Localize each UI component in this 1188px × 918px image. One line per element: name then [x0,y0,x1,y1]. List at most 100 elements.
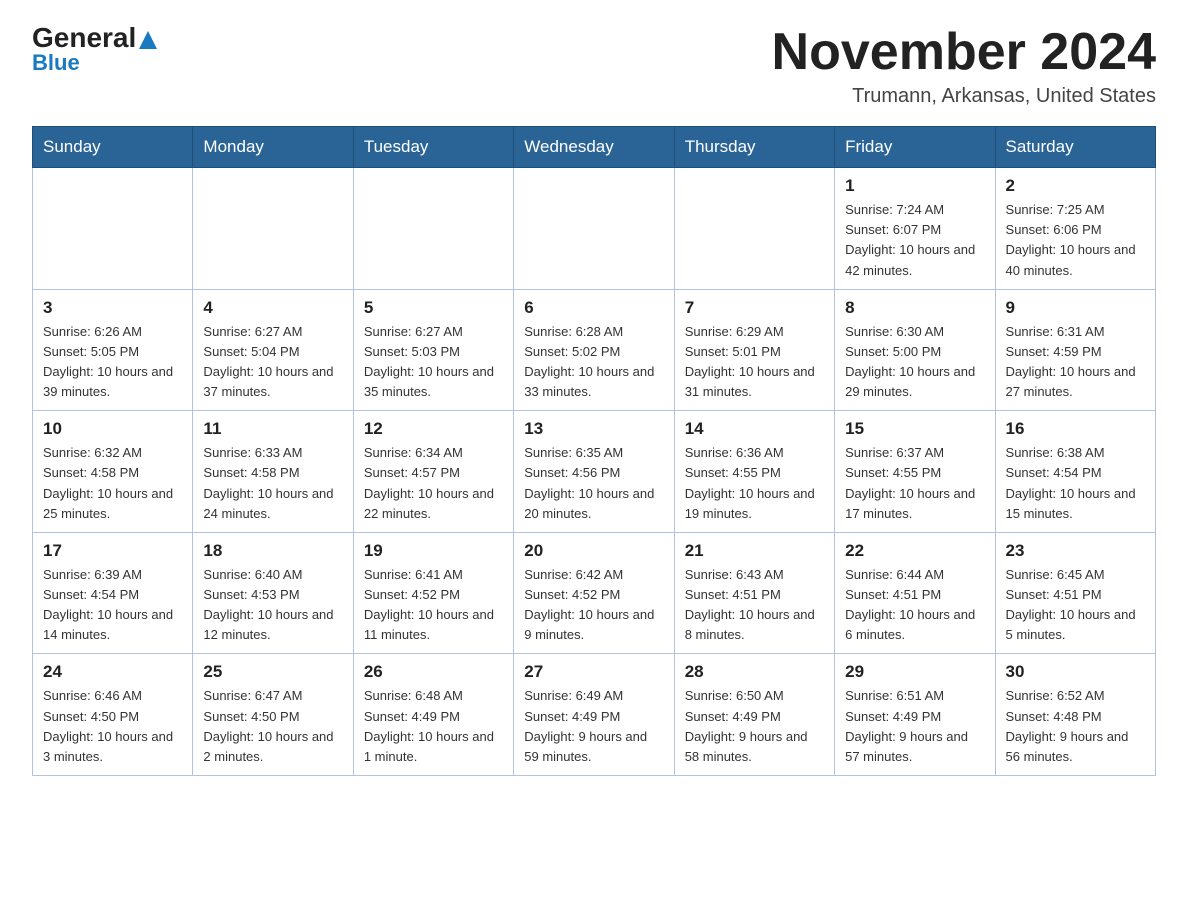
day-number: 16 [1006,419,1145,439]
calendar-cell: 18 Sunrise: 6:40 AM Sunset: 4:53 PM Dayli… [193,532,353,654]
day-number: 17 [43,541,182,561]
day-number: 1 [845,176,984,196]
day-info: Sunrise: 6:29 AM Sunset: 5:01 PM Dayligh… [685,322,824,403]
day-info: Sunrise: 6:41 AM Sunset: 4:52 PM Dayligh… [364,565,503,646]
month-title: November 2024 [772,24,1156,81]
day-number: 12 [364,419,503,439]
day-number: 4 [203,298,342,318]
day-info: Sunrise: 6:50 AM Sunset: 4:49 PM Dayligh… [685,686,824,767]
week-row-2: 3Sunrise: 6:26 AM Sunset: 5:05 PM Daylig… [33,289,1156,411]
day-info: Sunrise: 6:31 AM Sunset: 4:59 PM Dayligh… [1006,322,1145,403]
calendar-cell: 6 Sunrise: 6:28 AM Sunset: 5:02 PM Daylig… [514,289,674,411]
header: General Blue November 2024 Trumann, Arka… [32,24,1156,108]
calendar-cell: 13 Sunrise: 6:35 AM Sunset: 4:56 PM Dayli… [514,411,674,533]
day-number: 5 [364,298,503,318]
calendar-cell: 8Sunrise: 6:30 AM Sunset: 5:00 PM Daylig… [835,289,995,411]
calendar-cell: 5 Sunrise: 6:27 AM Sunset: 5:03 PM Daylig… [353,289,513,411]
col-wednesday: Wednesday [514,127,674,168]
day-number: 7 [685,298,824,318]
calendar-cell: 12 Sunrise: 6:34 AM Sunset: 4:57 PM Dayli… [353,411,513,533]
day-number: 27 [524,662,663,682]
calendar-cell: 27 Sunrise: 6:49 AM Sunset: 4:49 PM Dayli… [514,654,674,776]
day-info: Sunrise: 6:44 AM Sunset: 4:51 PM Dayligh… [845,565,984,646]
day-info: Sunrise: 6:37 AM Sunset: 4:55 PM Dayligh… [845,443,984,524]
day-info: Sunrise: 6:32 AM Sunset: 4:58 PM Dayligh… [43,443,182,524]
day-info: Sunrise: 7:24 AM Sunset: 6:07 PM Dayligh… [845,200,984,281]
day-info: Sunrise: 6:35 AM Sunset: 4:56 PM Dayligh… [524,443,663,524]
day-info: Sunrise: 6:30 AM Sunset: 5:00 PM Dayligh… [845,322,984,403]
calendar-cell: 28Sunrise: 6:50 AM Sunset: 4:49 PM Dayli… [674,654,834,776]
day-info: Sunrise: 6:52 AM Sunset: 4:48 PM Dayligh… [1006,686,1145,767]
day-info: Sunrise: 6:27 AM Sunset: 5:04 PM Dayligh… [203,322,342,403]
calendar-cell: 11Sunrise: 6:33 AM Sunset: 4:58 PM Dayli… [193,411,353,533]
week-row-4: 17 Sunrise: 6:39 AM Sunset: 4:54 PM Dayli… [33,532,1156,654]
day-info: Sunrise: 6:38 AM Sunset: 4:54 PM Dayligh… [1006,443,1145,524]
day-number: 6 [524,298,663,318]
day-info: Sunrise: 6:28 AM Sunset: 5:02 PM Dayligh… [524,322,663,403]
day-info: Sunrise: 6:36 AM Sunset: 4:55 PM Dayligh… [685,443,824,524]
calendar-cell: 29Sunrise: 6:51 AM Sunset: 4:49 PM Dayli… [835,654,995,776]
day-info: Sunrise: 6:43 AM Sunset: 4:51 PM Dayligh… [685,565,824,646]
calendar-cell: 17 Sunrise: 6:39 AM Sunset: 4:54 PM Dayli… [33,532,193,654]
header-row: Sunday Monday Tuesday Wednesday Thursday… [33,127,1156,168]
day-number: 25 [203,662,342,682]
calendar-cell: 15 Sunrise: 6:37 AM Sunset: 4:55 PM Dayli… [835,411,995,533]
day-number: 13 [524,419,663,439]
logo-area: General Blue [32,24,157,76]
calendar-cell: 24Sunrise: 6:46 AM Sunset: 4:50 PM Dayli… [33,654,193,776]
calendar-cell: 4 Sunrise: 6:27 AM Sunset: 5:04 PM Daylig… [193,289,353,411]
calendar-cell: 3Sunrise: 6:26 AM Sunset: 5:05 PM Daylig… [33,289,193,411]
calendar-cell: 14 Sunrise: 6:36 AM Sunset: 4:55 PM Dayli… [674,411,834,533]
calendar-cell: 19 Sunrise: 6:41 AM Sunset: 4:52 PM Dayli… [353,532,513,654]
col-tuesday: Tuesday [353,127,513,168]
calendar-cell: 9 Sunrise: 6:31 AM Sunset: 4:59 PM Daylig… [995,289,1155,411]
day-number: 9 [1006,298,1145,318]
calendar-cell: 20Sunrise: 6:42 AM Sunset: 4:52 PM Dayli… [514,532,674,654]
calendar-cell: 16 Sunrise: 6:38 AM Sunset: 4:54 PM Dayli… [995,411,1155,533]
logo-main: General [32,24,157,52]
calendar-cell: 21 Sunrise: 6:43 AM Sunset: 4:51 PM Dayli… [674,532,834,654]
day-info: Sunrise: 6:47 AM Sunset: 4:50 PM Dayligh… [203,686,342,767]
title-area: November 2024 Trumann, Arkansas, United … [772,24,1156,108]
calendar-cell [33,168,193,290]
day-info: Sunrise: 6:27 AM Sunset: 5:03 PM Dayligh… [364,322,503,403]
day-number: 26 [364,662,503,682]
day-number: 20 [524,541,663,561]
day-info: Sunrise: 6:34 AM Sunset: 4:57 PM Dayligh… [364,443,503,524]
col-sunday: Sunday [33,127,193,168]
day-number: 30 [1006,662,1145,682]
col-friday: Friday [835,127,995,168]
day-info: Sunrise: 7:25 AM Sunset: 6:06 PM Dayligh… [1006,200,1145,281]
day-info: Sunrise: 6:48 AM Sunset: 4:49 PM Dayligh… [364,686,503,767]
day-info: Sunrise: 6:49 AM Sunset: 4:49 PM Dayligh… [524,686,663,767]
calendar-cell: 10Sunrise: 6:32 AM Sunset: 4:58 PM Dayli… [33,411,193,533]
calendar-cell: 22 Sunrise: 6:44 AM Sunset: 4:51 PM Dayli… [835,532,995,654]
location-subtitle: Trumann, Arkansas, United States [772,85,1156,108]
day-number: 15 [845,419,984,439]
day-number: 18 [203,541,342,561]
day-info: Sunrise: 6:51 AM Sunset: 4:49 PM Dayligh… [845,686,984,767]
col-saturday: Saturday [995,127,1155,168]
day-number: 2 [1006,176,1145,196]
day-number: 23 [1006,541,1145,561]
col-monday: Monday [193,127,353,168]
calendar-table: Sunday Monday Tuesday Wednesday Thursday… [32,126,1156,776]
day-number: 22 [845,541,984,561]
day-info: Sunrise: 6:46 AM Sunset: 4:50 PM Dayligh… [43,686,182,767]
day-number: 14 [685,419,824,439]
calendar-cell: 7 Sunrise: 6:29 AM Sunset: 5:01 PM Daylig… [674,289,834,411]
calendar-cell: 2 Sunrise: 7:25 AM Sunset: 6:06 PM Daylig… [995,168,1155,290]
day-info: Sunrise: 6:39 AM Sunset: 4:54 PM Dayligh… [43,565,182,646]
day-number: 19 [364,541,503,561]
day-number: 11 [203,419,342,439]
calendar-cell: 23Sunrise: 6:45 AM Sunset: 4:51 PM Dayli… [995,532,1155,654]
day-number: 21 [685,541,824,561]
day-info: Sunrise: 6:40 AM Sunset: 4:53 PM Dayligh… [203,565,342,646]
calendar-cell: 1 Sunrise: 7:24 AM Sunset: 6:07 PM Daylig… [835,168,995,290]
calendar-cell [353,168,513,290]
week-row-5: 24Sunrise: 6:46 AM Sunset: 4:50 PM Dayli… [33,654,1156,776]
week-row-3: 10Sunrise: 6:32 AM Sunset: 4:58 PM Dayli… [33,411,1156,533]
logo-sub: Blue [32,50,80,76]
col-thursday: Thursday [674,127,834,168]
calendar-cell [674,168,834,290]
